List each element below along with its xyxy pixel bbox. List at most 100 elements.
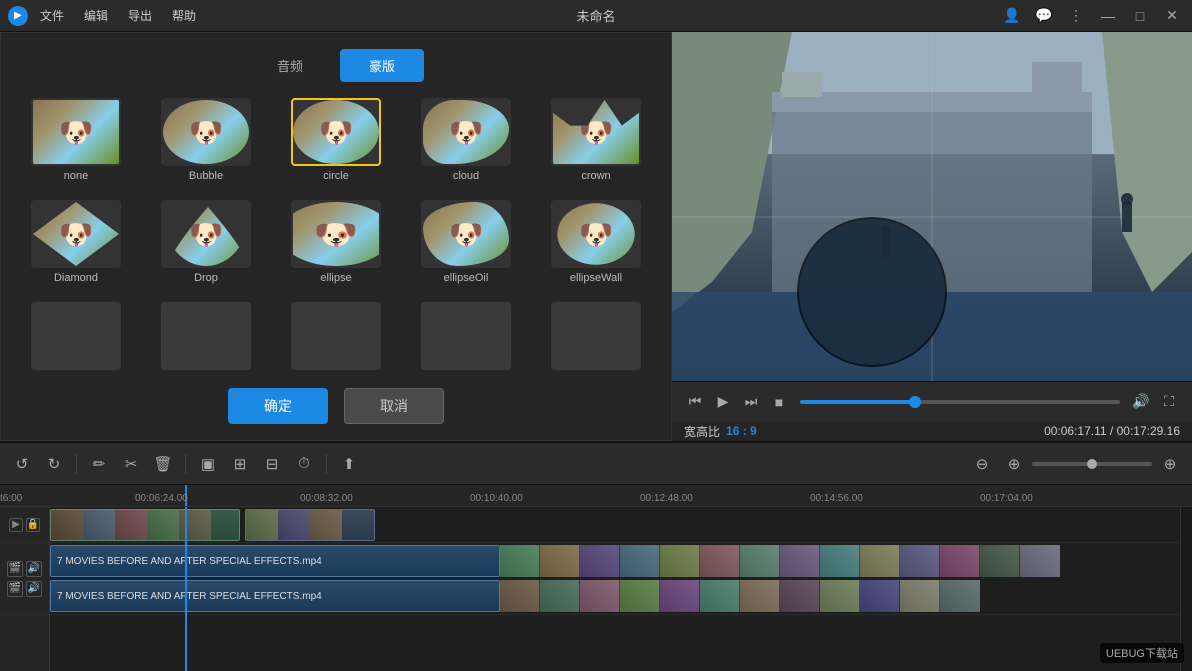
effect-bubble[interactable]: 🐶 Bubble [147, 98, 265, 188]
effect-diamond-label: Diamond [54, 272, 98, 284]
current-time: 00:06:17.11 [1044, 424, 1107, 438]
close-button[interactable]: ✕ [1160, 4, 1184, 28]
vt2-8 [780, 580, 820, 612]
ruler-mark-1: 00:06:24.00 [135, 493, 188, 504]
titlebar: ▶ 文件 编辑 导出 帮助 未命名 👤 💬 ⋮ — □ ✕ [0, 0, 1192, 32]
effect-none[interactable]: 🐶 none [17, 98, 135, 188]
effect-diamond[interactable]: 🐶 Diamond [17, 200, 135, 290]
stop-button[interactable]: ■ [768, 391, 790, 413]
aspect-ratio-value: 16 : 9 [726, 424, 757, 438]
menu-help[interactable]: 帮助 [164, 3, 204, 28]
effect-bubble-label: Bubble [189, 170, 223, 182]
tab-premium[interactable]: 豪版 [340, 49, 424, 82]
fullscreen-button[interactable]: ⛶ [1158, 391, 1180, 413]
effect-none-label: none [64, 170, 88, 182]
video-clip-2[interactable]: 7 MOVIES BEFORE AND AFTER SPECIAL EFFECT… [50, 580, 500, 612]
clock-button[interactable]: ⏱ [290, 450, 318, 478]
undo-button[interactable]: ↺ [8, 450, 36, 478]
track-video-icon-2[interactable]: 🎬 [7, 561, 23, 577]
ruler-mark-2: 00:08:32.00 [300, 493, 353, 504]
more-icon[interactable]: ⋮ [1064, 4, 1088, 28]
menu-file[interactable]: 文件 [32, 3, 72, 28]
cancel-button[interactable]: 取消 [344, 388, 444, 424]
video-clip-1[interactable]: 7 MOVIES BEFORE AND AFTER SPECIAL EFFECT… [50, 545, 500, 577]
clip-thumb-7 [278, 510, 310, 541]
effect-partial-1[interactable] [17, 302, 135, 376]
ruler-mark-5: 00:14:56.00 [810, 493, 863, 504]
effect-ellipseoil[interactable]: 🐶 ellipseOil [407, 200, 525, 290]
zoom-thumb [1087, 459, 1097, 469]
frame-button[interactable]: ⊞ [226, 450, 254, 478]
preview-area [672, 32, 1192, 381]
share-button[interactable]: ⬆ [335, 450, 363, 478]
audio-controls: 🔊 ⛶ [1130, 391, 1180, 413]
chat-icon[interactable]: 💬 [1032, 4, 1056, 28]
effect-ellipsewall[interactable]: 🐶 ellipseWall [537, 200, 655, 290]
minimize-button[interactable]: — [1096, 4, 1120, 28]
effect-cloud[interactable]: 🐶 cloud [407, 98, 525, 188]
progress-thumb [909, 396, 921, 408]
user-icon[interactable]: 👤 [1000, 4, 1024, 28]
video-clip-2-label: 7 MOVIES BEFORE AND AFTER SPECIAL EFFECT… [51, 591, 328, 602]
fast-forward-button[interactable]: ⏭ [740, 391, 762, 413]
redo-button[interactable]: ↻ [40, 450, 68, 478]
effect-drop[interactable]: 🐶 Drop [147, 200, 265, 290]
clip-small-2[interactable] [245, 509, 375, 541]
vt-9 [820, 545, 860, 577]
zoom-in-button-left[interactable]: ⊕ [1000, 450, 1028, 478]
progress-bar[interactable] [800, 400, 1120, 404]
delete-button[interactable]: 🗑 [149, 450, 177, 478]
zoom-out-button[interactable]: ⊖ [968, 450, 996, 478]
timeline-content: 7 MOVIES BEFORE AND AFTER SPECIAL EFFECT… [50, 507, 1180, 671]
track-audio-icon-2[interactable]: 🔊 [26, 581, 42, 597]
effect-partial-5[interactable] [537, 302, 655, 376]
track-lock-icon-1[interactable]: 🔒 [26, 518, 40, 532]
vt2-4 [620, 580, 660, 612]
vt-5 [660, 545, 700, 577]
tab-audio[interactable]: 音频 [248, 49, 332, 82]
track-controls: ▶ 🔒 🎬 🔊 🎬 🔊 [0, 507, 50, 671]
volume-icon[interactable]: 🔊 [1130, 391, 1152, 413]
playhead [185, 507, 187, 671]
ruler-mark-0: t6:00 [0, 493, 22, 504]
rewind-button[interactable]: ⏮ [684, 391, 706, 413]
vt-3 [580, 545, 620, 577]
effect-partial-4[interactable] [407, 302, 525, 376]
clip-small-1[interactable] [50, 509, 240, 541]
scene-background [672, 32, 1192, 381]
effect-ellipsewall-label: ellipseWall [570, 272, 622, 284]
scissors-button[interactable]: ✂ [117, 450, 145, 478]
main-track-icons-2: 🎬 🔊 [7, 581, 42, 597]
aspect-ratio-label: 宽高比 [684, 423, 720, 440]
vt-1 [500, 545, 540, 577]
vt-14 [1020, 545, 1060, 577]
pen-button[interactable]: ✏ [85, 450, 113, 478]
maximize-button[interactable]: □ [1128, 4, 1152, 28]
play-button[interactable]: ▶ [712, 391, 734, 413]
vt2-5 [660, 580, 700, 612]
confirm-button[interactable]: 确定 [228, 388, 328, 424]
effect-ellipse-label: ellipse [320, 272, 351, 284]
menu-edit[interactable]: 编辑 [76, 3, 116, 28]
effect-circle[interactable]: 🐶 circle [277, 98, 395, 188]
effect-partial-2[interactable] [147, 302, 265, 376]
vt2-3 [580, 580, 620, 612]
zoom-in-button-right[interactable]: ⊕ [1156, 450, 1184, 478]
track-video-icon-3[interactable]: 🎬 [7, 581, 23, 597]
effect-partial-3[interactable] [277, 302, 395, 376]
vt2-11 [900, 580, 940, 612]
effect-ellipse[interactable]: 🐶 ellipse [277, 200, 395, 290]
separator-3 [326, 454, 327, 474]
menu-export[interactable]: 导出 [120, 3, 160, 28]
track-audio-icon-1[interactable]: 🔊 [26, 561, 42, 577]
clip-thumb-5 [179, 510, 211, 541]
vt-8 [780, 545, 820, 577]
effect-crown-label: crown [581, 170, 610, 182]
select-button[interactable]: ▣ [194, 450, 222, 478]
effect-crown[interactable]: 🐶 crown [537, 98, 655, 188]
vt-10 [860, 545, 900, 577]
zoom-slider[interactable] [1032, 462, 1152, 466]
track-video-icon-1[interactable]: ▶ [9, 518, 23, 532]
video-clip-1-label: 7 MOVIES BEFORE AND AFTER SPECIAL EFFECT… [51, 556, 328, 567]
grid-button[interactable]: ⊟ [258, 450, 286, 478]
